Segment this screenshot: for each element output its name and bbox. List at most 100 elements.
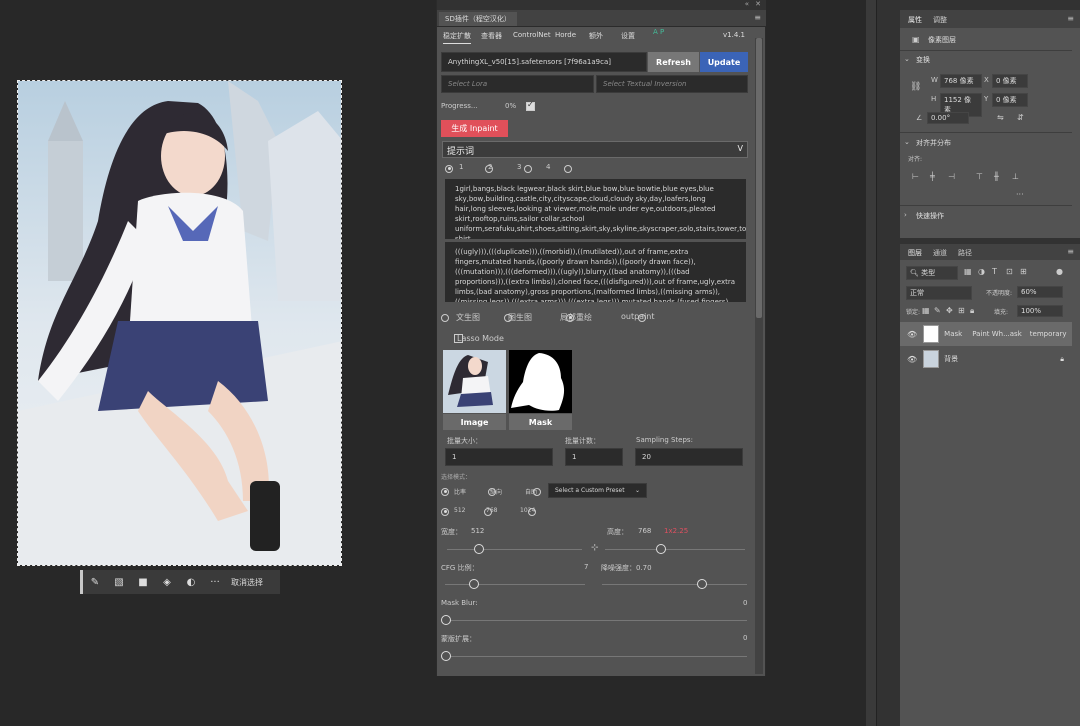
nav-ap[interactable]: A P [653, 28, 664, 36]
fill-icon[interactable]: ◈ [155, 570, 179, 594]
close-icon[interactable]: ✕ [755, 0, 761, 8]
nav-settings[interactable]: 设置 [621, 31, 635, 41]
nav-stable-diffusion[interactable]: 稳定扩散 [443, 31, 471, 44]
height-slider-knob[interactable] [656, 544, 666, 554]
denoise-slider-track[interactable] [602, 584, 747, 585]
width-slider-knob[interactable] [474, 544, 484, 554]
fill-input[interactable]: 100% [1017, 305, 1063, 317]
chevron-down-icon[interactable]: V [738, 144, 743, 153]
model-select[interactable]: AnythingXL_v50[15].safetensors [7f96a1a9… [441, 52, 647, 72]
tab-adjustments[interactable]: 调整 [933, 15, 947, 25]
tab-channels[interactable]: 通道 [933, 248, 947, 258]
align-bottom-icon[interactable]: ⊥ [1012, 172, 1019, 181]
update-button[interactable]: Update [700, 52, 748, 72]
align-center-h-icon[interactable]: ╪ [930, 172, 935, 181]
filter-type-icon[interactable]: T [992, 267, 997, 276]
link-icon[interactable]: ⛓ [910, 82, 921, 92]
more-options-icon[interactable]: ··· [1016, 190, 1024, 199]
deselect-button[interactable]: 取消选择 [231, 577, 263, 588]
mask-blur-slider-knob[interactable] [441, 615, 451, 625]
batch-size-input[interactable]: 1 [445, 448, 553, 466]
positive-prompt-textarea[interactable]: 1girl,bangs,black legwear,black skirt,bl… [445, 179, 746, 239]
filter-toggle-icon[interactable]: ● [1056, 267, 1063, 276]
textual-inversion-select[interactable]: Select Textual Inversion [596, 75, 748, 93]
lock-paint-icon[interactable]: ✎ [934, 306, 941, 315]
align-top-icon[interactable]: ⊤ [976, 172, 983, 181]
width-input[interactable]: 768 像素 [940, 74, 982, 88]
canvas-scrollbar[interactable] [866, 0, 876, 726]
chevron-down-icon[interactable]: ⌄ [904, 55, 910, 63]
cfg-slider-track[interactable] [445, 584, 585, 585]
align-left-icon[interactable]: ⊢ [912, 172, 919, 181]
opacity-input[interactable]: 60% [1017, 286, 1063, 298]
size-radio-512[interactable] [441, 507, 449, 516]
panel-scrollbar[interactable] [755, 38, 763, 674]
prompt-radio-3[interactable] [524, 164, 533, 173]
progress-checkbox[interactable] [526, 100, 535, 111]
filter-pixel-icon[interactable]: ▦ [964, 267, 972, 276]
lock-transparent-icon[interactable]: ▦ [922, 306, 930, 315]
cfg-slider-knob[interactable] [469, 579, 479, 589]
nav-viewer[interactable]: 查看器 [481, 31, 502, 41]
flip-vertical-icon[interactable]: ⇵ [1017, 113, 1024, 122]
align-middle-v-icon[interactable]: ╫ [994, 172, 999, 181]
chevron-right-icon[interactable]: › [904, 211, 907, 219]
mask-subtract-icon[interactable]: ▧ [107, 570, 131, 594]
adjust-icon[interactable]: ◐ [179, 570, 203, 594]
mask-icon[interactable]: ■ [131, 570, 155, 594]
image-thumbnail[interactable] [443, 350, 506, 413]
image-button[interactable]: Image [443, 414, 506, 430]
layer-row-background[interactable]: 👁︎ 背景 🔒︎ [900, 347, 1072, 371]
lock-move-icon[interactable]: ✥ [946, 306, 953, 315]
blend-mode-select[interactable]: 正常 [906, 286, 972, 300]
height-slider-track[interactable] [605, 549, 745, 550]
document-canvas[interactable]: ✎ ▧ ■ ◈ ◐ ··· 取消选择 [0, 0, 436, 726]
refresh-button[interactable]: Refresh [648, 52, 699, 72]
mask-expand-slider-track[interactable] [445, 656, 747, 657]
menu-icon[interactable]: ≡ [1067, 247, 1074, 256]
align-right-icon[interactable]: ⊣ [948, 172, 955, 181]
filter-kind-select[interactable]: 🔍︎ 类型 [906, 266, 958, 280]
prompt-radio-1[interactable] [445, 164, 453, 173]
mask-thumbnail[interactable] [509, 350, 572, 413]
filter-adjust-icon[interactable]: ◑ [978, 267, 985, 276]
tab-properties[interactable]: 属性 [908, 15, 922, 25]
negative-prompt-textarea[interactable]: (((ugly))),(((duplicate))),((morbid)),((… [445, 242, 746, 302]
y-input[interactable]: 0 像素 [992, 93, 1028, 107]
filter-smart-icon[interactable]: ⊞ [1020, 267, 1027, 276]
nav-horde[interactable]: Horde [555, 31, 576, 39]
nav-controlnet[interactable]: ControlNet [513, 31, 551, 39]
lora-select[interactable]: Select Lora [441, 75, 594, 93]
mask-blur-slider-track[interactable] [445, 620, 747, 621]
nav-extra[interactable]: 额外 [589, 31, 603, 41]
filter-shape-icon[interactable]: ⊡ [1006, 267, 1013, 276]
steps-input[interactable]: 20 [635, 448, 743, 466]
mask-expand-slider-knob[interactable] [441, 651, 451, 661]
prompt-radio-4[interactable] [563, 164, 572, 173]
scrollbar-thumb[interactable] [756, 38, 762, 318]
width-slider-track[interactable] [447, 549, 582, 550]
chevron-down-icon[interactable]: ⌄ [904, 138, 910, 146]
link-icon[interactable]: ⊹ [591, 543, 599, 553]
layer-row-mask[interactable]: 👁︎ Mask Paint Wh...ask temporary [900, 322, 1072, 346]
eye-icon[interactable]: 👁︎ [907, 330, 917, 339]
tab-sd-plugin[interactable]: SD插件（程空汉化） [439, 12, 517, 26]
denoise-slider-knob[interactable] [697, 579, 707, 589]
lock-all-icon[interactable]: 🔒︎ [970, 306, 974, 316]
menu-icon[interactable]: ≡ [1067, 14, 1074, 23]
custom-preset-select[interactable]: Select a Custom Preset ⌄ [548, 483, 647, 498]
artwork-image[interactable] [17, 80, 342, 566]
ratio-radio-1[interactable] [441, 487, 449, 496]
generate-inpaint-button[interactable]: 生成 Inpaint [441, 120, 508, 137]
brush-icon[interactable]: ✎ [83, 570, 107, 594]
tab-layers[interactable]: 图层 [908, 248, 922, 258]
batch-count-input[interactable]: 1 [565, 448, 623, 466]
tab-paths[interactable]: 路径 [958, 248, 972, 258]
angle-input[interactable]: 0.00° [927, 112, 969, 124]
lock-artboard-icon[interactable]: ⊞ [958, 306, 965, 315]
flip-horizontal-icon[interactable]: ⇋ [997, 113, 1004, 122]
prompt-accordion[interactable]: 提示词 V [442, 141, 748, 158]
more-icon[interactable]: ··· [203, 570, 227, 594]
mode-txt2img-radio[interactable] [441, 313, 449, 322]
eye-icon[interactable]: 👁︎ [907, 355, 917, 364]
